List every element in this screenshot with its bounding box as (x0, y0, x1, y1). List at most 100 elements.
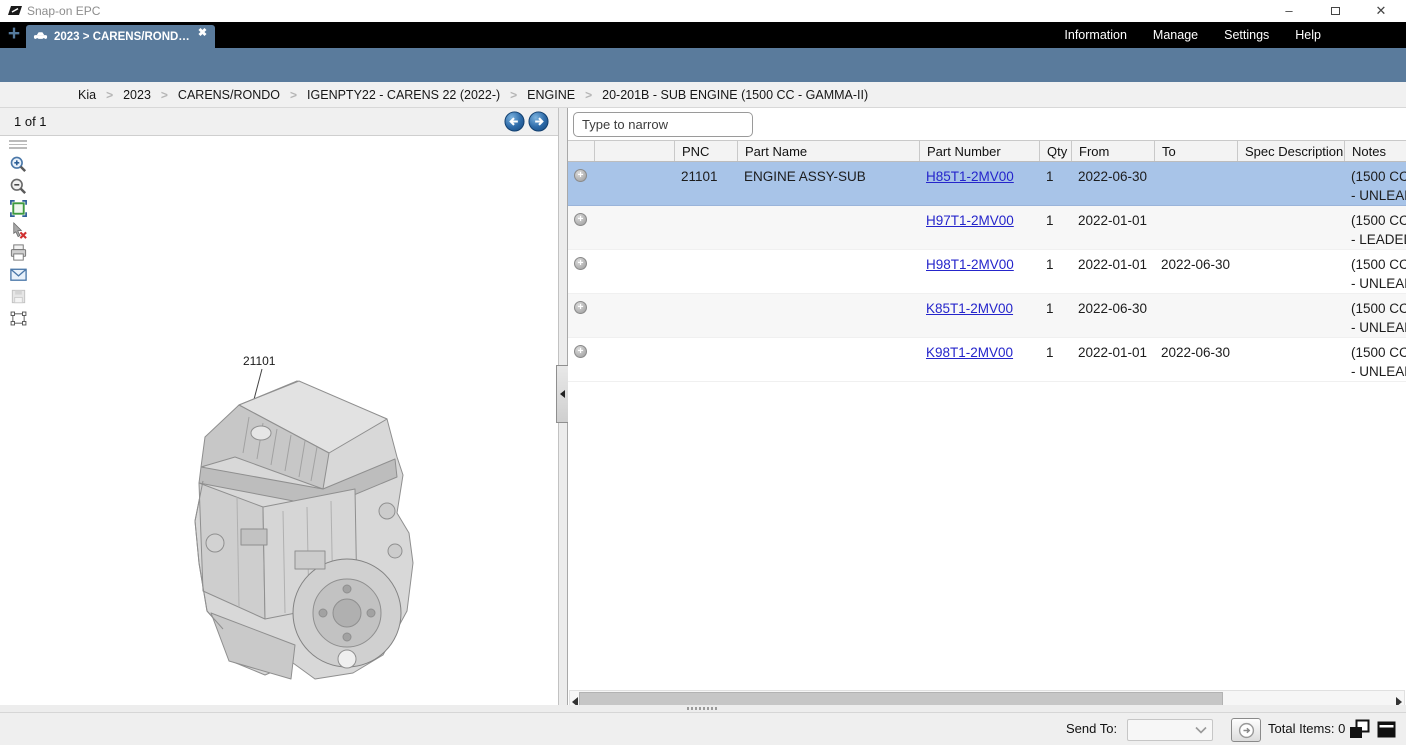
pointer-disable-button[interactable] (8, 220, 28, 240)
pnc-cell (675, 250, 738, 293)
bottom-splitter-band (0, 705, 1406, 712)
menu-item-manage[interactable]: Manage (1153, 28, 1198, 42)
table-row[interactable]: H98T1-2MV00 1 2022-01-01 2022-06-30 (150… (568, 250, 1406, 294)
part-number-link[interactable]: K85T1-2MV00 (926, 301, 1013, 316)
from-cell: 2022-01-01 (1072, 338, 1155, 381)
narrow-placeholder: Type to narrow (582, 117, 668, 132)
column-header[interactable]: Notes (1345, 141, 1406, 161)
column-header[interactable] (595, 141, 675, 161)
menu-item-settings[interactable]: Settings (1224, 28, 1269, 42)
qty-cell: 1 (1040, 294, 1072, 337)
part-number-link[interactable]: H97T1-2MV00 (926, 213, 1014, 228)
send-button[interactable] (1231, 718, 1261, 742)
column-header[interactable]: Part Name (738, 141, 920, 161)
part-name-cell (738, 250, 920, 293)
email-button[interactable] (8, 264, 28, 284)
breadcrumb-separator: > (585, 88, 592, 102)
snap-on-epc-window: Snap-on EPC – ✕ + 2023 > CARENS/ROND… ✖ … (0, 0, 1406, 745)
part-number-link[interactable]: H98T1-2MV00 (926, 257, 1014, 272)
column-header[interactable] (568, 141, 595, 161)
restore-button[interactable] (1322, 2, 1348, 20)
tab-close-icon[interactable]: ✖ (198, 26, 207, 39)
new-tab-button[interactable]: + (3, 22, 25, 48)
parts-table: PNCPart NamePart NumberQtyFromToSpec Des… (568, 140, 1406, 382)
save-button-disabled (8, 286, 28, 306)
spec-description-cell (1238, 294, 1345, 337)
bottom-splitter-grip[interactable] (687, 707, 719, 710)
restore-icon (1331, 7, 1340, 15)
menu-item-information[interactable]: Information (1064, 28, 1127, 42)
from-cell: 2022-01-01 (1072, 250, 1155, 293)
expand-row-icon[interactable] (574, 345, 587, 358)
type-to-narrow-input[interactable]: Type to narrow (573, 112, 753, 137)
notes-cell: (1500 CC- UNLEAD (1345, 162, 1406, 205)
breadcrumb-item[interactable]: 20-201B - SUB ENGINE (1500 CC - GAMMA-II… (602, 88, 868, 102)
notes-cell: (1500 CC- LEADED (1345, 206, 1406, 249)
column-header[interactable]: Qty (1040, 141, 1072, 161)
breadcrumb-item[interactable]: CARENS/RONDO (178, 88, 280, 102)
table-row[interactable]: H97T1-2MV00 1 2022-01-01 (1500 CC- LEADE… (568, 206, 1406, 250)
send-to-label: Send To: (1066, 721, 1117, 736)
pnc-cell (675, 338, 738, 381)
expand-row-icon[interactable] (574, 169, 587, 182)
expand-row-icon[interactable] (574, 301, 587, 314)
title-bar: Snap-on EPC – ✕ (0, 0, 1406, 22)
column-header[interactable]: PNC (675, 141, 738, 161)
print-button[interactable] (8, 242, 28, 262)
expand-row-icon[interactable] (574, 257, 587, 270)
breadcrumb-item[interactable]: ENGINE (527, 88, 575, 102)
chevron-down-icon (1195, 726, 1207, 734)
menu-item-help[interactable]: Help (1295, 28, 1321, 42)
pnc-cell (675, 294, 738, 337)
close-window-button[interactable]: ✕ (1368, 2, 1394, 20)
zoom-out-button[interactable] (8, 176, 28, 196)
part-number-link[interactable]: H85T1-2MV00 (926, 169, 1014, 184)
minimize-button[interactable]: – (1276, 2, 1302, 20)
snapon-logo-icon (7, 4, 23, 22)
part-number-link[interactable]: K98T1-2MV00 (926, 345, 1013, 360)
column-header[interactable]: Part Number (920, 141, 1040, 161)
expand-row-icon[interactable] (574, 213, 587, 226)
column-header[interactable]: Spec Description (1238, 141, 1345, 161)
from-cell: 2022-06-30 (1072, 162, 1155, 205)
to-cell: 2022-06-30 (1155, 338, 1238, 381)
collapse-left-icon (560, 390, 565, 398)
part-name-cell (738, 206, 920, 249)
breadcrumb-item[interactable]: Kia (78, 88, 96, 102)
qty-cell: 1 (1040, 338, 1072, 381)
pnc-cell: 21101 (675, 162, 738, 205)
to-cell: 2022-06-30 (1155, 250, 1238, 293)
breadcrumb-item[interactable]: IGENPTY22 - CARENS 22 (2022-) (307, 88, 500, 102)
column-header[interactable]: From (1072, 141, 1155, 161)
breadcrumb: Kia>2023>CARENS/RONDO>IGENPTY22 - CARENS… (0, 82, 1406, 108)
zoom-in-button[interactable] (8, 154, 28, 174)
tile-windows-icon[interactable] (1348, 719, 1371, 745)
page-indicator: 1 of 1 (14, 114, 47, 129)
column-header[interactable]: To (1155, 141, 1238, 161)
part-name-cell (738, 294, 920, 337)
qty-cell: 1 (1040, 250, 1072, 293)
notes-cell: (1500 CC- UNLEAD (1345, 338, 1406, 381)
marquee-select-button[interactable] (8, 308, 28, 328)
spec-description-cell (1238, 206, 1345, 249)
breadcrumb-separator: > (161, 88, 168, 102)
breadcrumb-items: Kia>2023>CARENS/RONDO>IGENPTY22 - CARENS… (78, 82, 868, 108)
breadcrumb-item[interactable]: 2023 (123, 88, 151, 102)
fit-to-window-button[interactable] (8, 198, 28, 218)
engine-illustration[interactable] (145, 361, 430, 691)
toolbar-grip-handle[interactable] (9, 140, 27, 149)
previous-page-button[interactable] (504, 111, 525, 132)
single-window-icon[interactable] (1375, 719, 1398, 745)
from-cell: 2022-01-01 (1072, 206, 1155, 249)
table-row[interactable]: K85T1-2MV00 1 2022-06-30 (1500 CC- UNLEA… (568, 294, 1406, 338)
next-page-button[interactable] (528, 111, 549, 132)
table-row[interactable]: K98T1-2MV00 1 2022-01-01 2022-06-30 (150… (568, 338, 1406, 382)
tab-active[interactable]: 2023 > CARENS/ROND… ✖ (26, 25, 215, 48)
illustration-panel: 1 of 1 (0, 108, 558, 705)
send-to-select[interactable] (1127, 719, 1213, 741)
total-items-label: Total Items: 0 (1268, 721, 1345, 736)
table-header-row: PNCPart NamePart NumberQtyFromToSpec Des… (568, 140, 1406, 162)
table-row[interactable]: 21101 ENGINE ASSY-SUB H85T1-2MV00 1 2022… (568, 162, 1406, 206)
part-name-cell (738, 338, 920, 381)
window-title: Snap-on EPC (27, 4, 100, 18)
